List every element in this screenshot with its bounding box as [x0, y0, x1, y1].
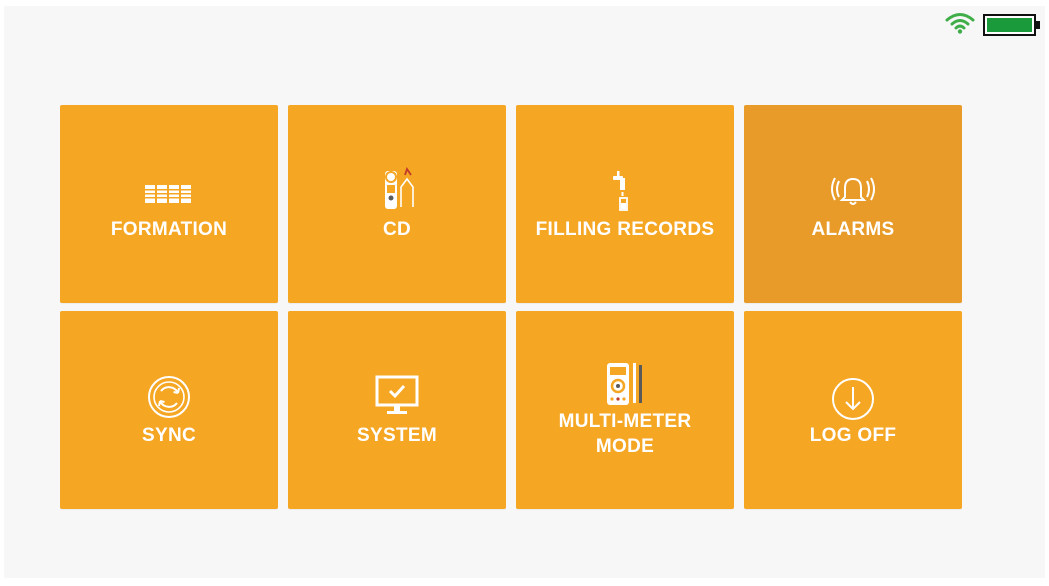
formation-bars-icon: [145, 184, 191, 203]
formation-tile[interactable]: FORMATION: [60, 105, 278, 303]
main-menu-grid: FORMATION CD FILLING RECORDS ALARMS SYNC…: [60, 105, 962, 509]
battery-icon: [983, 14, 1040, 36]
tile-label: SYNC: [142, 424, 196, 446]
tile-label: ALARMS: [811, 218, 895, 240]
log-off-icon: [832, 377, 874, 420]
tile-label: MULTI-METER MODE: [558, 411, 692, 457]
bottom-edge: [0, 578, 1049, 586]
wifi-icon: [945, 13, 975, 34]
tile-label: SYSTEM: [357, 424, 437, 446]
alarms-tile[interactable]: ALARMS: [744, 105, 962, 303]
monitor-check-icon: [375, 375, 419, 414]
water-tap-icon: [613, 170, 628, 211]
status-bar: [925, 6, 1045, 40]
tile-label: FILLING RECORDS: [535, 218, 715, 240]
sync-icon: [148, 375, 190, 418]
multi-meter-mode-tile[interactable]: MULTI-METER MODE: [516, 311, 734, 509]
system-tile[interactable]: SYSTEM: [288, 311, 506, 509]
log-off-tile[interactable]: LOG OFF: [744, 311, 962, 509]
multimeter-icon: [607, 363, 642, 405]
alarm-bell-icon: [831, 177, 875, 205]
cd-tile[interactable]: CD: [288, 105, 506, 303]
tile-label: CD: [382, 218, 412, 240]
tile-label: FORMATION: [110, 218, 228, 240]
tile-label: LOG OFF: [809, 424, 897, 446]
filling-records-tile[interactable]: FILLING RECORDS: [516, 105, 734, 303]
sync-tile[interactable]: SYNC: [60, 311, 278, 509]
clamp-meter-icon: [385, 166, 414, 209]
